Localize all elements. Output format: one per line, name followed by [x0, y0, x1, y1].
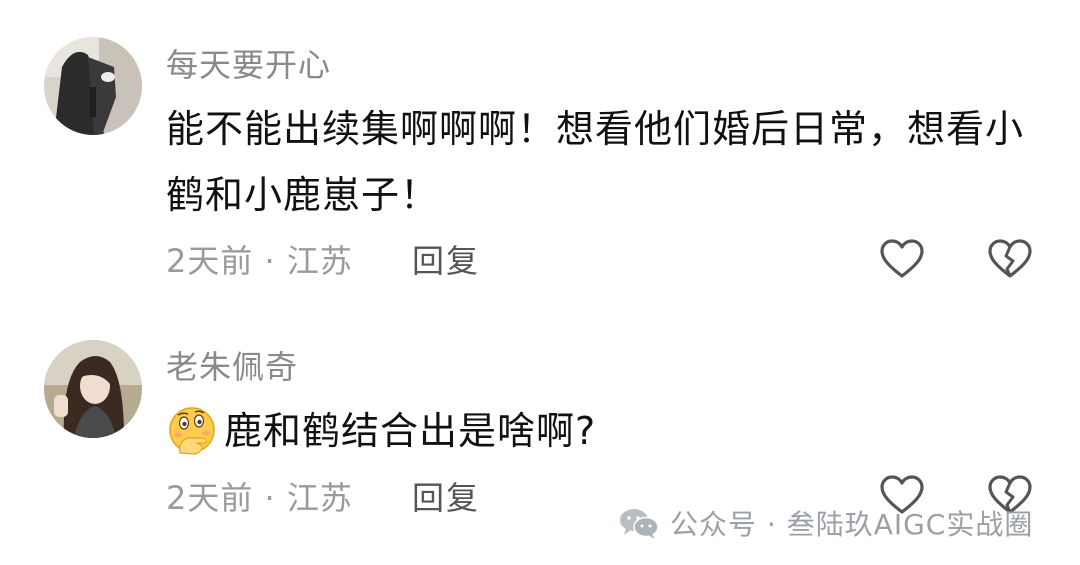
- reply-button[interactable]: 回复: [412, 236, 480, 282]
- heart-icon[interactable]: [879, 238, 925, 280]
- watermark: 公众号 · 叁陆玖AIGC实战圈: [618, 503, 1033, 543]
- username[interactable]: 每天要开心: [166, 40, 331, 86]
- username[interactable]: 老朱佩奇: [166, 342, 298, 388]
- avatar[interactable]: [44, 37, 142, 135]
- comment-meta: 2天前 · 江苏: [166, 242, 353, 280]
- broken-heart-icon[interactable]: [987, 238, 1033, 280]
- comment-text-row: 鹿和鹤结合出是啥啊?: [166, 398, 1026, 464]
- avatar-photo-icon: [44, 340, 142, 438]
- avatar-photo-icon: [44, 37, 142, 135]
- reply-button[interactable]: 回复: [412, 473, 480, 519]
- avatar[interactable]: [44, 340, 142, 438]
- watermark-text: 公众号 · 叁陆玖AIGC实战圈: [670, 508, 1034, 541]
- comment-item: 每天要开心 能不能出续集啊啊啊！想看他们婚后日常，想看小鹤和小鹿崽子！ 2天前 …: [0, 0, 1080, 300]
- thinking-hand-over-mouth-emoji-icon: [169, 407, 215, 455]
- comment-text: 鹿和鹤结合出是啥啊?: [224, 409, 597, 453]
- comment-text: 能不能出续集啊啊啊！想看他们婚后日常，想看小鹤和小鹿崽子！: [166, 107, 1025, 217]
- comment-list: 每天要开心 能不能出续集啊啊啊！想看他们婚后日常，想看小鹤和小鹿崽子！ 2天前 …: [0, 0, 1080, 565]
- wechat-icon: [620, 509, 659, 539]
- comment-meta: 2天前 · 江苏: [166, 479, 353, 517]
